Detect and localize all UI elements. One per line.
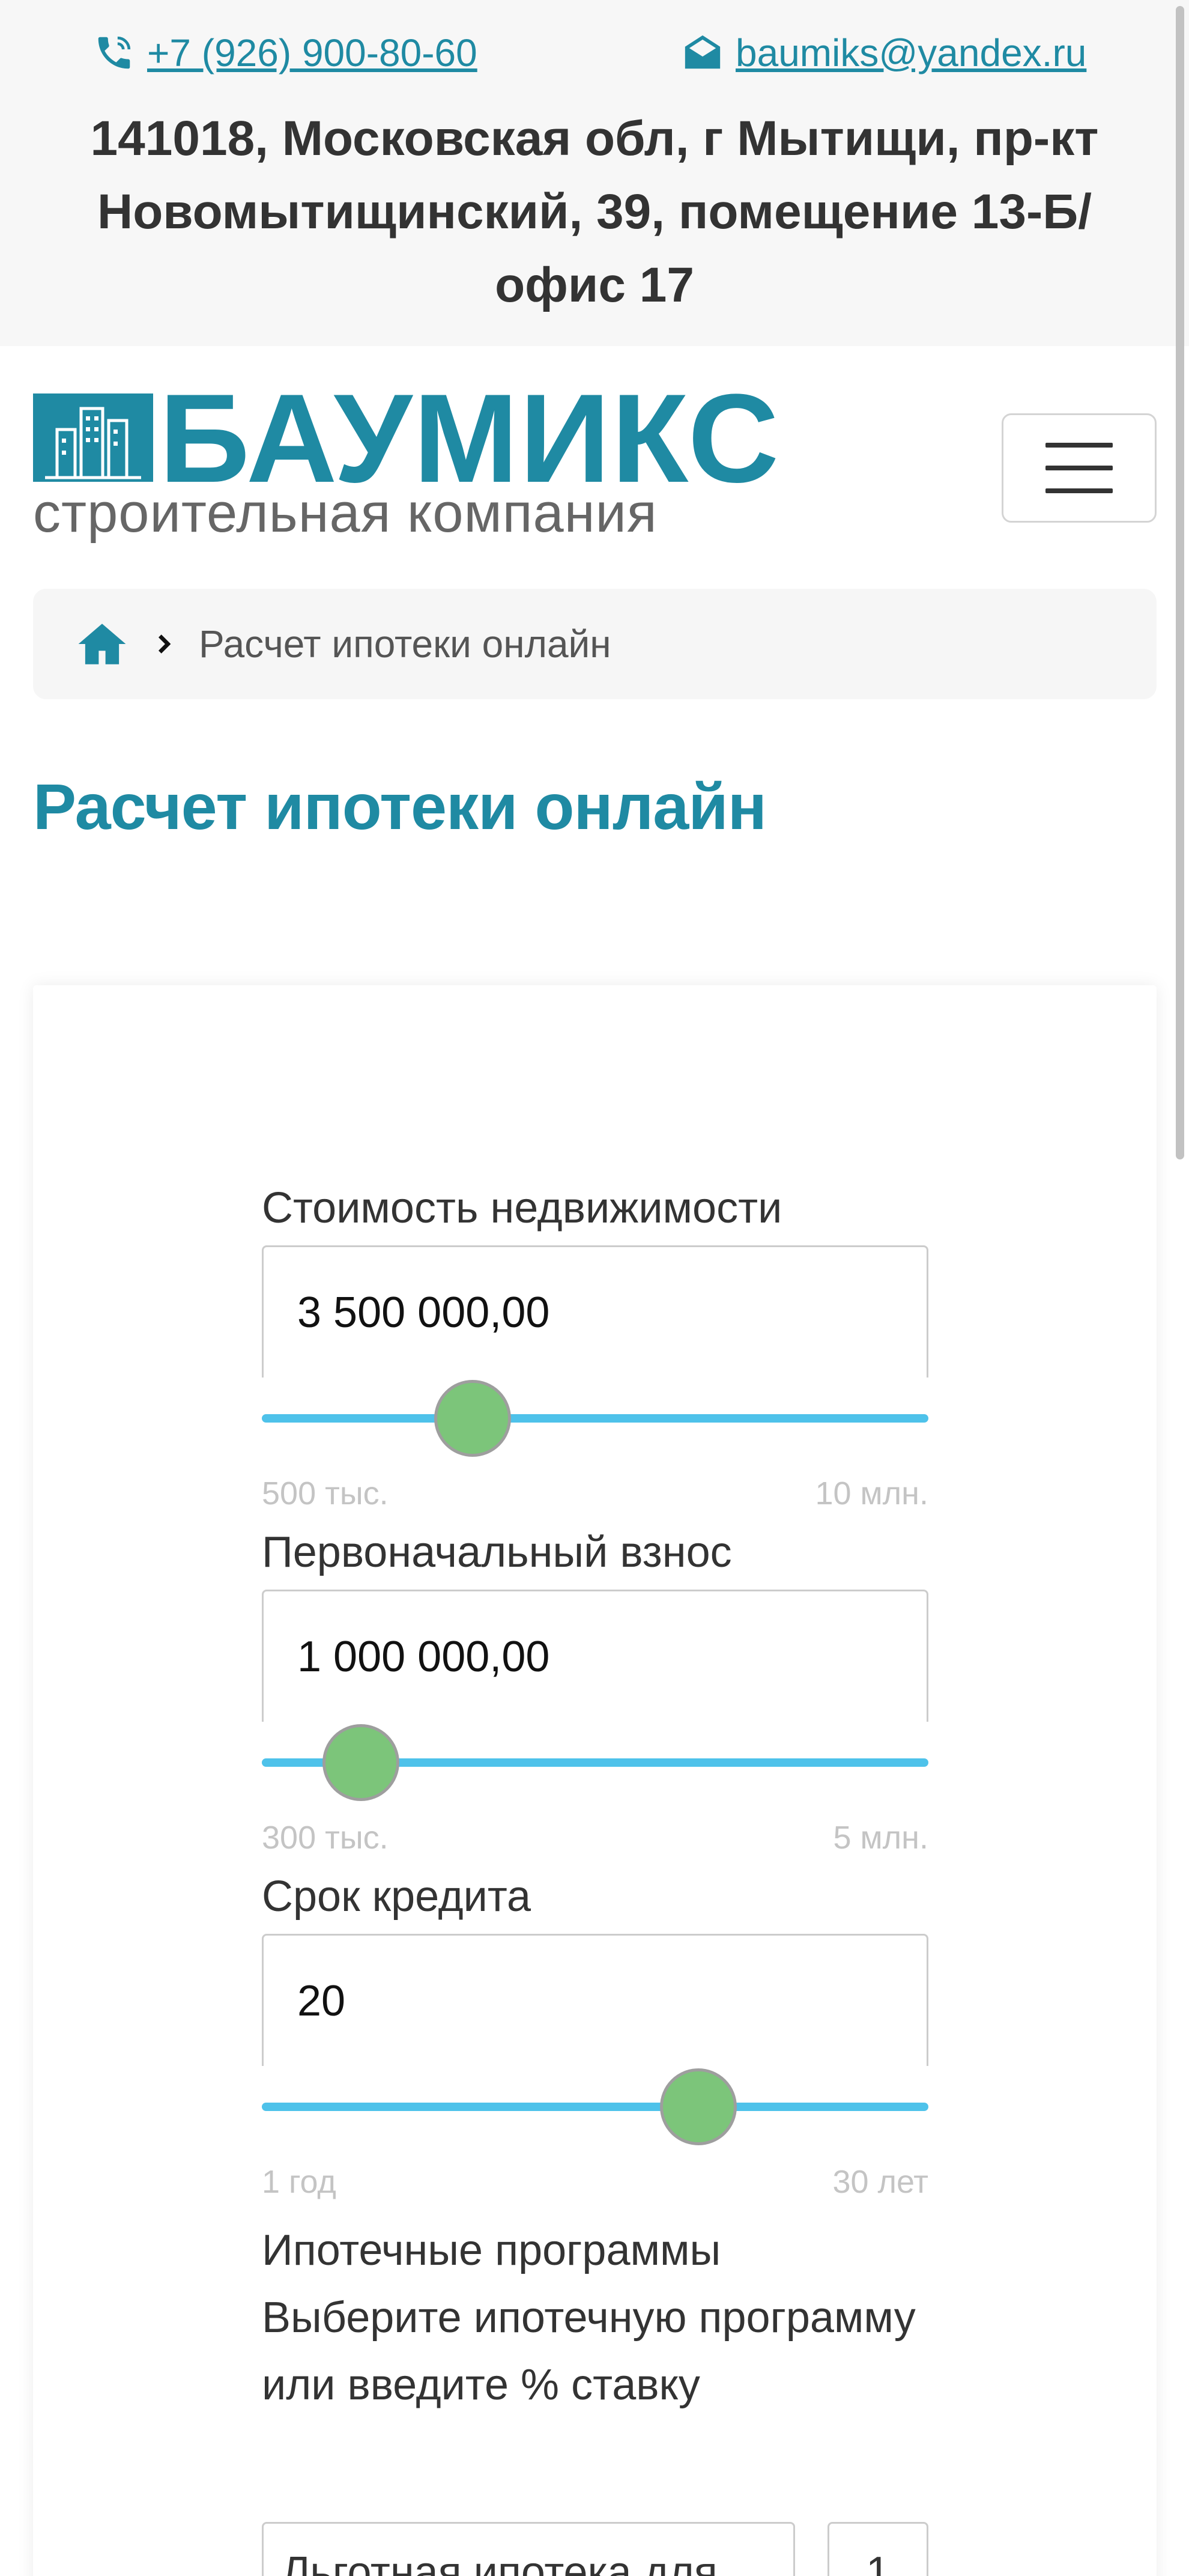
price-max-label: 10 млн.: [815, 1475, 928, 1511]
programs-label: Ипотечные программы: [262, 2226, 721, 2274]
email-link[interactable]: baumiks@yandex.ru: [682, 26, 1086, 79]
down-payment-input[interactable]: 1 000 000,00: [262, 1590, 928, 1722]
term-label: Срок кредита: [262, 1873, 531, 1921]
address-text: 141018, Московская обл, г Мытищи, пр-кт …: [90, 111, 1099, 312]
down-payment-max-label: 5 млн.: [833, 1820, 929, 1856]
down-payment-value: 1 000 000,00: [297, 1632, 550, 1681]
breadcrumb: Расчет ипотеки онлайн: [33, 589, 1157, 699]
page-scrollbar[interactable]: [1176, 6, 1184, 1159]
rate-value: 1: [865, 2548, 891, 2576]
programs-hint: Выберите ипотечную программу или введите…: [262, 2294, 916, 2409]
hamburger-icon-bar: [1045, 443, 1113, 448]
down-payment-slider-thumb[interactable]: [322, 1724, 400, 1801]
term-slider[interactable]: [262, 2068, 928, 2145]
envelope-icon: [682, 32, 724, 74]
hamburger-icon-bar: [1045, 488, 1113, 493]
breadcrumb-current: Расчет ипотеки онлайн: [199, 622, 611, 666]
page-title: Расчет ипотеки онлайн: [33, 770, 767, 843]
price-input[interactable]: 3 500 000,00: [262, 1245, 928, 1378]
hamburger-icon-bar: [1045, 466, 1113, 470]
logo-tagline: строительная компания: [33, 482, 658, 544]
phone-link[interactable]: +7 (926) 900-80-60: [93, 26, 477, 79]
term-slider-thumb[interactable]: [660, 2068, 737, 2145]
term-value: 20: [297, 1976, 346, 2025]
phone-icon: [93, 32, 135, 74]
phone-number[interactable]: +7 (926) 900-80-60: [147, 31, 477, 75]
buildings-icon: [33, 393, 153, 482]
term-input[interactable]: 20: [262, 1934, 928, 2066]
term-max-label: 30 лет: [832, 2164, 928, 2200]
price-label: Стоимость недвижимости: [262, 1184, 782, 1232]
mortgage-programs-block: Ипотечные программы Выберите ипотечную п…: [262, 2217, 928, 2419]
down-payment-slider[interactable]: [262, 1724, 928, 1801]
chevron-right-icon: [152, 632, 176, 656]
program-select[interactable]: Льготная ипотека для: [262, 2522, 795, 2576]
contact-bar: +7 (926) 900-80-60 baumiks@yandex.ru 141…: [0, 0, 1189, 346]
down-payment-min-label: 300 тыс.: [262, 1820, 389, 1856]
price-value: 3 500 000,00: [297, 1288, 550, 1337]
email-address[interactable]: baumiks@yandex.ru: [736, 31, 1086, 75]
price-slider[interactable]: [262, 1380, 928, 1457]
rate-input[interactable]: 1: [827, 2522, 928, 2576]
program-selected-value: Льготная ипотека для: [282, 2548, 718, 2576]
home-icon[interactable]: [75, 617, 129, 671]
price-min-label: 500 тыс.: [262, 1475, 389, 1511]
term-min-label: 1 год: [262, 2164, 336, 2200]
menu-toggle-button[interactable]: [1002, 413, 1157, 523]
logo-brand: БАУМИКС: [159, 368, 781, 509]
company-logo[interactable]: БАУМИКС строительная компания: [33, 375, 779, 541]
price-slider-thumb[interactable]: [434, 1380, 511, 1457]
down-payment-label: Первоначальный взнос: [262, 1528, 732, 1576]
